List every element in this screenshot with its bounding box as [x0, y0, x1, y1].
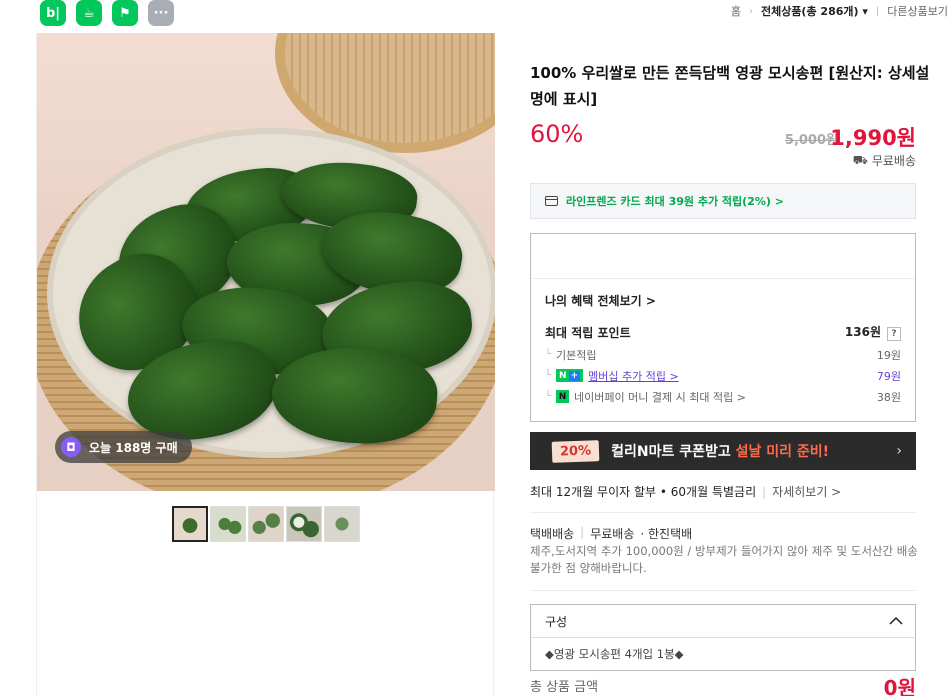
thumbnail-1[interactable] [172, 506, 208, 542]
max-points-row: 최대 적립 포인트 136원? [531, 309, 915, 341]
option-select[interactable]: 구성 [530, 604, 916, 638]
section-divider [530, 512, 916, 513]
help-icon[interactable]: ? [887, 327, 901, 341]
naver-plus-membership-icon: N + [556, 369, 584, 382]
delivery-type: 택배배송 [530, 527, 575, 541]
breadcrumb: 홈 › 전체상품(총 286개) ▾ | 다른상품보기 [731, 3, 948, 19]
tree-branch-icon: └ [545, 391, 552, 402]
basic-points-value: 19원 [876, 348, 901, 362]
chevron-up-icon [889, 614, 903, 628]
chevron-right-icon: › [896, 443, 902, 459]
breadcrumb-all-products[interactable]: 전체상품(총 286개) ▾ [761, 3, 868, 19]
shopping-bag-icon: ◘ [61, 437, 81, 457]
installment-info: 최대 12개월 무이자 할부 • 60개월 특별금리 | 자세히보기 > [530, 483, 841, 500]
pipe-divider: | [580, 525, 585, 539]
tree-branch-icon: └ [545, 349, 552, 360]
view-all-benefits-link[interactable]: 나의 혜택 전체보기 > [531, 279, 915, 309]
credit-card-icon [545, 196, 558, 206]
installment-text: 최대 12개월 무이자 할부 • 60개월 특별금리 [530, 485, 757, 499]
membership-points-row[interactable]: └ N + 멤버십 추가 적립 > 79원 [531, 362, 915, 383]
basic-points-row: └ 기본적립 19원 [531, 341, 915, 362]
bookmark-icon[interactable]: ⚑ [112, 0, 138, 26]
coupon-banner-text: 컬리N마트 쿠폰받고 설날 미리 준비! [611, 444, 830, 460]
thumbnail-3[interactable] [248, 506, 284, 542]
thumbnail-strip [172, 506, 360, 542]
breadcrumb-home[interactable]: 홈 [731, 3, 741, 19]
breadcrumb-separator-icon: | [875, 5, 880, 17]
coupon-discount-badge: 20% [551, 439, 600, 463]
share-icon-bar: b| ☕ ⚑ ··· [40, 0, 174, 26]
main-product-photo[interactable]: ◘ 오늘 188명 구매 [37, 33, 495, 491]
discount-rate: 60% [530, 120, 584, 148]
sale-price: 1,990원 [830, 126, 916, 150]
product-title: 100% 우리쌀로 만든 쫀득담백 영광 모시송편 [원산지: 상세설명에 표시… [530, 64, 930, 108]
membership-points-value: 79원 [876, 369, 901, 383]
total-price-row: 총 상품 금액 0원 [530, 676, 916, 696]
today-purchase-text: 오늘 188명 구매 [89, 440, 178, 455]
total-price-label: 총 상품 금액 [530, 680, 599, 695]
delivery-note: 제주,도서지역 추가 100,000원 / 방부제가 들어가지 않아 제주 및 … [530, 544, 918, 575]
max-points-label: 최대 적립 포인트 [545, 325, 631, 340]
cafe-icon[interactable]: ☕ [76, 0, 102, 26]
card-promo-text: 라인프렌즈 카드 최대 39원 추가 적립(2%) > [566, 195, 784, 208]
option-list-item[interactable]: ◆영광 모시송편 4개입 1봉◆ [530, 637, 916, 671]
naverpay-points-row[interactable]: └ N 네이버페이 머니 결제 시 최대 적립 > 38원 [531, 383, 915, 404]
benefit-panel: 나의 혜택 전체보기 > 최대 적립 포인트 136원? └ 기본적립 19원 └… [530, 233, 916, 422]
membership-points-label: 멤버십 추가 적립 > [588, 369, 679, 383]
shipping-info: ⛟ 무료배송 [853, 152, 916, 169]
delivery-courier: · 한진택배 [640, 527, 693, 541]
truck-icon: ⛟ [852, 152, 868, 167]
product-gallery: ◘ 오늘 188명 구매 [36, 33, 495, 696]
installment-details-link[interactable]: 자세히보기 > [772, 483, 841, 500]
delivery-fee: 무료배송 [590, 527, 635, 541]
benefit-header-blank [531, 234, 915, 279]
today-purchase-badge: ◘ 오늘 188명 구매 [55, 431, 192, 463]
pipe-divider: | [762, 484, 767, 499]
blog-icon[interactable]: b| [40, 0, 66, 26]
tree-branch-icon: └ [545, 370, 552, 381]
section-divider [530, 590, 916, 591]
coupon-banner[interactable]: 20% 컬리N마트 쿠폰받고 설날 미리 준비! › [530, 432, 916, 470]
total-price-value: 0원 [883, 676, 916, 696]
naverpay-points-label: 네이버페이 머니 결제 시 최대 적립 > [574, 390, 746, 404]
breadcrumb-other-products[interactable]: 다른상품보기 [887, 3, 948, 19]
thumbnail-2[interactable] [210, 506, 246, 542]
delivery-tags: 택배배송 | 무료배송 · 한진택배 [530, 525, 692, 542]
naver-pay-icon: N [556, 390, 570, 403]
thumbnail-5[interactable] [324, 506, 360, 542]
shipping-label: 무료배송 [871, 154, 916, 168]
naverpay-points-value: 38원 [876, 390, 901, 404]
more-icon[interactable]: ··· [148, 0, 174, 26]
card-promo-banner[interactable]: 라인프렌즈 카드 최대 39원 추가 적립(2%) > [530, 183, 916, 219]
max-points-value-wrap: 136원? [845, 323, 901, 341]
breadcrumb-separator-icon: › [748, 5, 753, 17]
thumbnail-4[interactable] [286, 506, 322, 542]
basic-points-label: 기본적립 [556, 348, 597, 362]
option-select-label: 구성 [545, 614, 568, 629]
max-points-value: 136원 [844, 325, 881, 339]
